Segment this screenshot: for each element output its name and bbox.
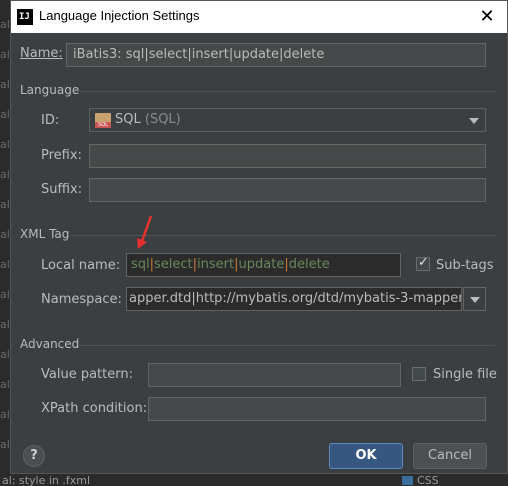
bg-fragment: als [0,258,10,271]
bg-fragment: als [0,168,10,181]
suffix-label: Suffix: [41,182,83,197]
window-title: Language Injection Settings [39,8,200,23]
bg-fragment: als [0,138,10,151]
intellij-app-icon: IJ [17,9,33,25]
bg-fragment: als [0,408,10,421]
prefix-label: Prefix: [41,148,82,163]
bg-fragment: als [0,348,10,361]
bg-bottom-right: CSS [402,474,439,486]
language-id-value: SQL (SQL) [115,112,181,127]
subtags-checkbox[interactable]: ✓ [416,255,430,271]
chevron-down-icon [470,297,480,303]
close-icon[interactable]: ✕ [475,5,499,29]
bg-fragment: als [0,48,10,61]
bg-fragment: als [0,318,10,331]
xpath-condition-label: XPath condition: [41,401,148,416]
ok-button[interactable]: OK [329,443,403,469]
local-name-token: select [154,257,193,272]
background-editor-bottom: al: style in .fxml CSS [0,474,508,486]
value-pattern-label: Value pattern: [41,367,133,382]
namespace-combo[interactable]: apper.dtd|http://mybatis.org/dtd/mybatis… [126,287,486,311]
background-editor-strip: als als als als als als als als als als … [0,0,10,486]
bg-fragment: als [0,438,10,451]
subtags-label: Sub-tags [436,258,494,273]
name-input[interactable]: iBatis3: sql|select|insert|update|delete [66,43,486,67]
cancel-button[interactable]: Cancel [413,443,487,469]
local-name-token: sql [131,257,150,272]
bg-fragment: als [0,378,10,391]
bg-fragment: als [0,288,10,301]
bg-fragment: als [0,228,10,241]
single-file-checkbox[interactable] [412,367,426,381]
advanced-section-title: Advanced [20,337,80,351]
title-bar[interactable]: IJ Language Injection Settings ✕ [11,1,507,33]
local-name-input[interactable]: sql|select|insert|update|delete [126,253,401,277]
css-file-icon [402,476,413,485]
name-label-text: Name: [20,46,63,61]
bg-fragment: als [0,108,10,121]
language-id-combo[interactable]: SQL SQL (SQL) [89,108,486,132]
annotation-arrow-shaft [139,215,153,245]
advanced-divider [79,345,495,346]
language-injection-dialog: IJ Language Injection Settings ✕ Name: i… [10,0,508,474]
xml-tag-divider [71,235,495,236]
sql-icon: SQL [95,113,111,128]
name-label: Name: [20,46,63,61]
local-name-token: delete [288,257,330,272]
xml-tag-section-title: XML Tag [20,227,70,241]
language-id-name: SQL [115,112,141,127]
value-pattern-input[interactable] [148,363,401,387]
language-divider [75,91,495,92]
language-id-qualifier: (SQL) [144,112,181,127]
language-section-title: Language [20,83,80,97]
local-name-token: update [238,257,285,272]
help-button[interactable]: ? [23,445,45,467]
suffix-input[interactable] [89,178,486,202]
bg-bottom-left-text: al: style in .fxml [2,474,91,486]
id-label: ID: [41,113,60,128]
bg-fragment: als [0,18,10,31]
sql-icon-text: SQL [95,122,111,128]
local-name-label: Local name: [41,258,121,273]
namespace-label: Namespace: [41,292,122,307]
annotation-arrow-icon [137,215,153,249]
checkmark-icon: ✓ [418,255,429,270]
bg-fragment: als [0,198,10,211]
namespace-dropdown-button[interactable] [463,287,486,311]
prefix-input[interactable] [89,144,486,168]
xpath-condition-input[interactable] [148,397,486,421]
chevron-down-icon[interactable] [469,118,479,124]
local-name-token: insert [197,257,235,272]
bg-fragment: als [0,78,10,91]
bg-bottom-right-text: CSS [417,474,439,486]
namespace-input[interactable]: apper.dtd|http://mybatis.org/dtd/mybatis… [126,287,462,311]
single-file-label: Single file [433,367,497,382]
